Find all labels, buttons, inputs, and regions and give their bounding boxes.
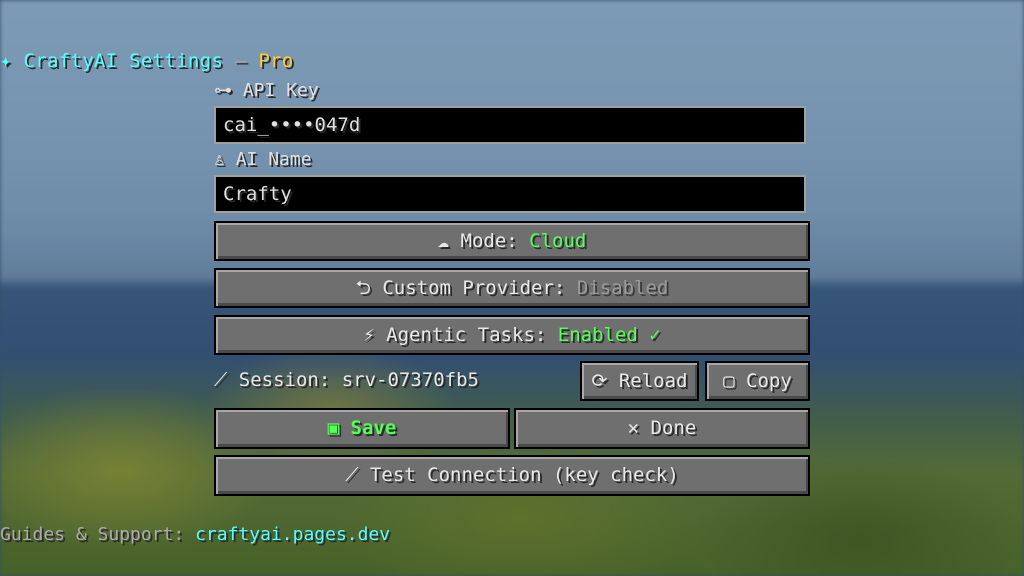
ai-name-label-text: AI Name [235, 149, 312, 170]
agentic-tasks-value: Enabled ✓ [557, 324, 661, 346]
footer: Guides & Support: craftyai.pages.dev [0, 524, 390, 546]
cloud-icon: ☁ [437, 230, 450, 252]
done-button[interactable]: ✕ Done [514, 408, 810, 449]
api-key-label: ⊶ API Key [214, 80, 319, 102]
key-icon: ⊶ [214, 80, 232, 101]
agentic-tasks-button[interactable]: ⚡ Agentic Tasks: Enabled ✓ [214, 315, 810, 355]
title-separator: — [234, 50, 247, 72]
agentic-tasks-label: Agentic Tasks: [386, 324, 558, 346]
reload-button[interactable]: ⟳ Reload [580, 361, 699, 401]
return-arrow-icon: ⮌ [355, 277, 371, 299]
link-icon: ⟋ [214, 369, 228, 391]
mode-value: Cloud [529, 230, 587, 252]
custom-provider-button[interactable]: ⮌ Custom Provider: Disabled [214, 268, 810, 308]
mode-button[interactable]: ☁ Mode: Cloud [214, 221, 810, 261]
support-link[interactable]: craftyai.pages.dev [195, 524, 390, 545]
lightning-icon: ⚡ [363, 324, 375, 346]
test-connection-button[interactable]: ⟋ Test Connection (key check) [214, 455, 810, 496]
custom-provider-value: Disabled [576, 277, 669, 299]
api-key-label-text: API Key [242, 80, 319, 101]
save-button[interactable]: ▣ Save [214, 408, 510, 449]
session-info: ⟋ Session: srv-07370fb5 [214, 368, 479, 392]
copy-button[interactable]: ▢ Copy [705, 361, 810, 401]
mode-label: Mode: [460, 230, 530, 252]
session-label: Session: srv-07370fb5 [238, 369, 479, 391]
page-title: ✦ CraftyAI Settings — Pro [0, 50, 294, 72]
ai-name-label: ♙ AI Name [214, 149, 312, 171]
sparkle-icon: ✦ [0, 50, 12, 72]
api-key-field[interactable]: cai_••••047d [214, 106, 806, 144]
ai-name-field[interactable]: Crafty [214, 175, 806, 213]
title-name: CraftyAI Settings [23, 50, 224, 72]
custom-provider-label: Custom Provider: [382, 277, 577, 299]
robot-icon: ♙ [214, 149, 225, 170]
tier-badge: Pro [258, 50, 294, 72]
footer-label: Guides & Support: [0, 524, 196, 545]
